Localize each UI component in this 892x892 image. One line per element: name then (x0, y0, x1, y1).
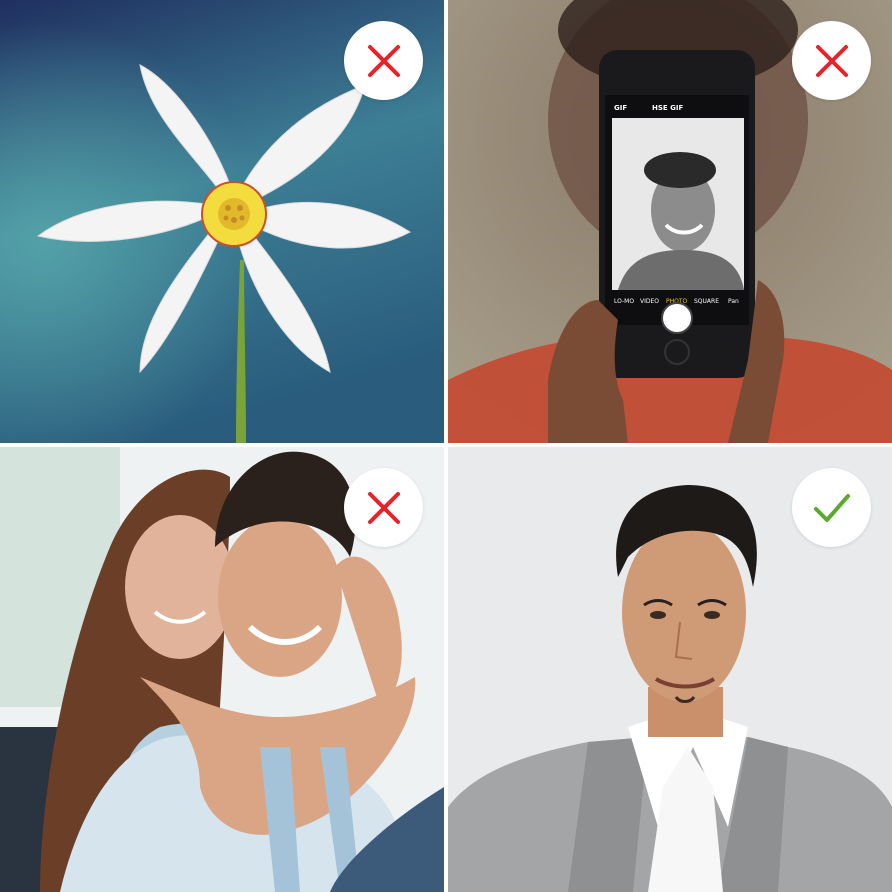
cross-icon (815, 44, 848, 77)
cross-icon (367, 44, 400, 77)
phone-top-label-1: GIF (614, 104, 627, 112)
tile-flower (0, 0, 444, 443)
verdict-badge (792, 468, 871, 547)
phone-mode-square: SQUARE (694, 298, 719, 305)
phone-mode-video: VIDEO (640, 298, 659, 305)
tile-phone-selfie: GIF HSE GIF LO-MO VIDEO PHOTO SQUARE Pan (448, 0, 892, 443)
photo-examples-grid: GIF HSE GIF LO-MO VIDEO PHOTO SQUARE Pan (0, 0, 892, 892)
cross-icon (367, 491, 400, 524)
phone-top-label-2: HSE GIF (652, 104, 683, 112)
tile-couple (0, 447, 444, 892)
tile-headshot (448, 447, 892, 892)
verdict-badge (344, 21, 423, 100)
check-icon (813, 493, 850, 522)
phone-mode-pan: Pan (728, 298, 739, 305)
verdict-badge (792, 21, 871, 100)
verdict-badge (344, 468, 423, 547)
phone-mode-lomo: LO-MO (614, 298, 634, 305)
